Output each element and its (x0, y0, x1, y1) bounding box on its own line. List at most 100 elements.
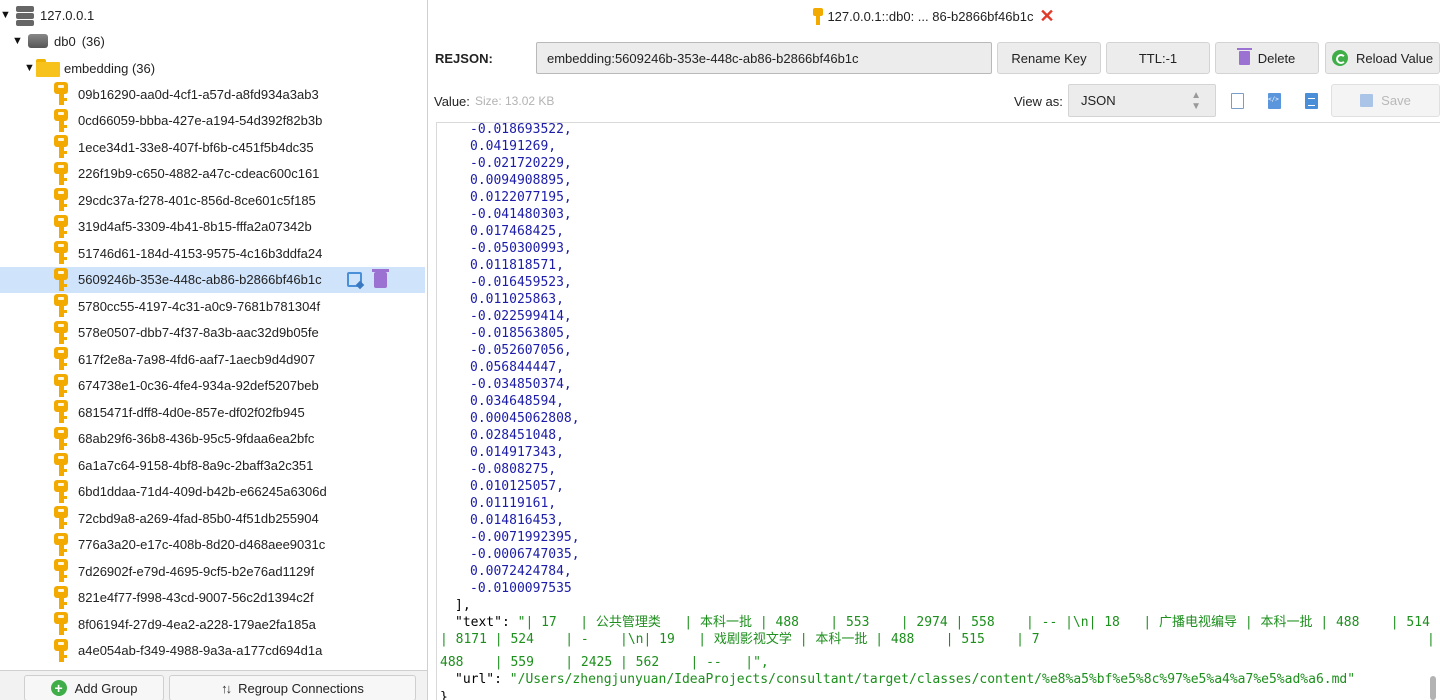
json-array-value: 0.04191269, (470, 139, 557, 154)
key-icon (54, 82, 68, 106)
ttl-button[interactable]: TTL:-1 (1106, 42, 1210, 74)
key-type-label: REJSON: (435, 51, 493, 66)
tree-key-row[interactable]: 319d4af5-3309-4b41-8b15-fffa2a07342b (0, 214, 312, 240)
tree-key-row[interactable]: 72cbd9a8-a269-4fad-85b0-4f51db255904 (0, 505, 319, 531)
json-array-value: -0.0006747035, (470, 547, 580, 562)
key-label: 674738e1-0c36-4fe4-934a-92def5207beb (78, 378, 319, 393)
tree-key-row[interactable]: 51746d61-184d-4153-9575-4c16b3ddfa24 (0, 240, 322, 266)
key-label: 51746d61-184d-4153-9575-4c16b3ddfa24 (78, 245, 323, 261)
json-array-value: -0.018693522, (470, 122, 572, 137)
json-array-value: 0.014917343, (470, 445, 564, 460)
text-value-line2: | 8171 | 524 | - |\n| 19 | 戏剧影视文学 | 本科一批… (440, 632, 1056, 647)
add-icon: + (50, 680, 67, 696)
json-array-value: 0.0122077195, (470, 190, 572, 205)
trash-icon[interactable] (372, 268, 389, 288)
tree-namespace-row[interactable]: ▼ embedding (36) (24, 55, 155, 81)
delete-button[interactable]: Delete (1215, 42, 1319, 74)
tree-key-row[interactable]: 8f06194f-27d9-4ea2-a228-179ae2fa185a (0, 611, 316, 637)
key-icon (54, 373, 68, 398)
key-icon (54, 294, 68, 318)
reload-value-button[interactable]: Reload Value (1325, 42, 1440, 74)
close-tab-icon[interactable]: ✕ (1039, 7, 1054, 25)
key-label: 8f06194f-27d9-4ea2-a228-179ae2fa185a (78, 616, 316, 632)
url-key: "url": (455, 672, 510, 687)
server-icon (14, 4, 36, 26)
reload-icon (1331, 50, 1348, 66)
server-label: 127.0.0.1 (40, 7, 95, 23)
tree-key-row[interactable]: 29cdc37a-f278-401c-856d-8ce601c5f185 (0, 187, 316, 213)
save-button[interactable]: Save (1331, 84, 1440, 117)
tree-key-row[interactable]: 6a1a7c64-9158-4bf8-8a9c-2baff3a2c351 (0, 452, 313, 478)
key-label: 6bd1ddaa-71d4-409d-b42b-e66245a6306d (78, 484, 327, 499)
expand-arrow-icon[interactable]: ▼ (24, 62, 36, 74)
key-label: 68ab29f6-36b8-436b-95c5-9fdaa6ea2bfc (78, 431, 315, 446)
tree-key-row[interactable]: 7d26902f-e79d-4695-9cf5-b2e76ad1129f (0, 558, 314, 584)
key-icon (54, 612, 68, 636)
key-icon (54, 453, 68, 477)
expand-arrow-icon[interactable]: ▼ (0, 9, 12, 21)
sort-arrows-icon: ↑↓ (221, 680, 232, 696)
key-label: 578e0507-dbb7-4f37-8a3b-aac32d9b05fe (78, 325, 319, 340)
view-as-label: View as: (1014, 94, 1063, 109)
code-view-icon[interactable] (1268, 93, 1281, 109)
save-icon (1360, 94, 1374, 107)
key-label: 6a1a7c64-9158-4bf8-8a9c-2baff3a2c351 (78, 457, 314, 473)
json-array-value: 0.011818571, (470, 258, 564, 273)
copy-icon[interactable] (1231, 93, 1244, 109)
tree-key-row[interactable]: 776a3a20-e17c-408b-8d20-d468aee9031c (0, 532, 325, 558)
tree-key-row[interactable]: 5780cc55-4197-4c31-a0c9-7681b781304f (0, 293, 320, 319)
rename-key-button[interactable]: Rename Key (997, 42, 1101, 74)
editor-scrollbar[interactable] (1430, 676, 1436, 700)
edit-icon[interactable] (347, 271, 362, 287)
add-group-button[interactable]: + Add Group (24, 675, 164, 700)
delete-label: Delete (1257, 50, 1296, 66)
json-array-value: 0.010125057, (470, 479, 564, 494)
key-label: 6815471f-dff8-4d0e-857e-df02f02fb945 (78, 404, 305, 420)
json-array-value: 0.0094908895, (470, 173, 572, 188)
key-icon (54, 400, 68, 424)
view-as-select[interactable]: JSON ▲ ▼ (1068, 84, 1216, 117)
tree-key-row[interactable]: 0cd66059-bbba-427e-a194-54d392f82b3b (0, 108, 322, 134)
value-toolbar: Value: Size: 13.02 KB View as: JSON ▲▼ S… (428, 84, 1440, 118)
key-label: 617f2e8a-7a98-4fd6-aaf7-1aecb9d4d907 (78, 351, 316, 367)
json-array-value: -0.041480303, (470, 207, 572, 222)
tree-key-row[interactable]: 578e0507-dbb7-4f37-8a3b-aac32d9b05fe (0, 320, 319, 346)
json-array-value: 0.028451048, (470, 428, 564, 443)
tree-database-row[interactable]: ▼ db0 (36) (12, 28, 105, 54)
tree-key-row[interactable]: 5609246b-353e-448c-ab86-b2866bf46b1c (0, 266, 425, 293)
value-editor[interactable]: -0.018693522, 0.04191269, -0.021720229, 0.0… (436, 122, 1440, 700)
key-tab[interactable]: 127.0.0.1::db0: ... 86-b2866bf46b1c ✕ (428, 0, 1440, 32)
expand-arrow-icon[interactable]: ▼ (12, 35, 24, 47)
row-actions (347, 268, 389, 288)
key-label: 0cd66059-bbba-427e-a194-54d392f82b3b (78, 113, 323, 128)
key-icon (54, 241, 68, 265)
view-as-value: JSON (1081, 93, 1116, 108)
tree-key-row[interactable]: a4e054ab-f349-4988-9a3a-a177cd694d1a (0, 638, 322, 664)
tree-key-row[interactable]: 09b16290-aa0d-4cf1-a57d-a8fd934a3ab3 (0, 81, 319, 107)
url-field-line: "url": "/Users/zhengjunyuan/IdeaProjects… (455, 671, 1355, 688)
object-close: } (440, 690, 448, 700)
tree-key-row[interactable]: 6815471f-dff8-4d0e-857e-df02f02fb945 (0, 399, 305, 425)
tree-key-row[interactable]: 1ece34d1-33e8-407f-bf6b-c451f5b4dc35 (0, 134, 314, 160)
tree-server-row[interactable]: ▼ 127.0.0.1 (0, 2, 94, 28)
value-size: Size: 13.02 KB (475, 94, 555, 108)
tree-key-row[interactable]: 821e4f77-f998-43cd-9007-56c2d1394c2f (0, 585, 314, 611)
reload-label: Reload Value (1355, 50, 1434, 66)
text-value-line1: "| 17 | 公共管理类 | 本科一批 | 488 | 553 | 2974 … (517, 615, 1430, 630)
tree-key-row[interactable]: 674738e1-0c36-4fe4-934a-92def5207beb (0, 373, 319, 399)
key-icon (54, 214, 68, 239)
key-label: 7d26902f-e79d-4695-9cf5-b2e76ad1129f (78, 563, 315, 579)
json-array-value: -0.0100097535 (470, 581, 572, 596)
tree-key-row[interactable]: 68ab29f6-36b8-436b-95c5-9fdaa6ea2bfc (0, 426, 314, 452)
regroup-connections-button[interactable]: ↑↓ Regroup Connections (169, 675, 416, 700)
key-name-input[interactable] (536, 42, 992, 74)
database-count: (36) (81, 33, 105, 49)
json-array-value: 0.056844447, (470, 360, 564, 375)
json-array-value: -0.052607056, (470, 343, 572, 358)
document-icon[interactable] (1305, 93, 1318, 109)
connection-tree: ▼ 127.0.0.1 ▼ db0 (36) ▼ embedding (36) … (0, 0, 428, 700)
tree-key-row[interactable]: 226f19b9-c650-4882-a47c-cdeac600c161 (0, 161, 319, 187)
tree-key-row[interactable]: 617f2e8a-7a98-4fd6-aaf7-1aecb9d4d907 (0, 346, 315, 372)
tab-title: 127.0.0.1::db0: ... 86-b2866bf46b1c (827, 8, 1034, 24)
tree-key-row[interactable]: 6bd1ddaa-71d4-409d-b42b-e66245a6306d (0, 479, 327, 505)
